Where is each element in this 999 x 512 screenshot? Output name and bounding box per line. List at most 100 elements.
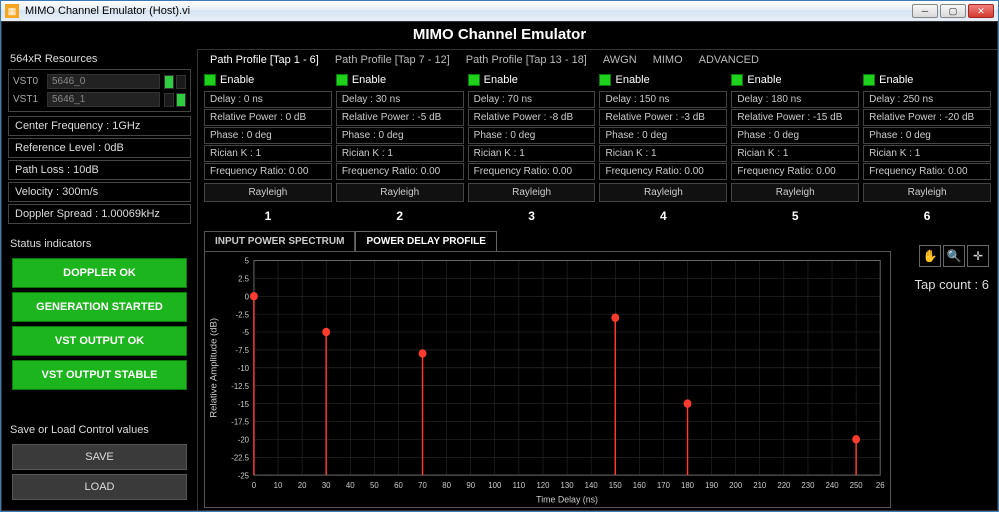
tap-5-number: 5 [731,203,859,223]
tap-3-phase[interactable]: Phase : 0 deg [468,127,596,144]
tap-5-rician[interactable]: Rician K : 1 [731,145,859,162]
status-title: Status indicators [8,234,191,254]
tap-1-enable[interactable]: Enable [204,72,332,90]
svg-text:80: 80 [442,481,451,490]
param-ref-level[interactable]: Reference Level : 0dB [8,138,191,158]
tap-2-freq[interactable]: Frequency Ratio: 0.00 [336,163,464,180]
plot-tab-input-spectrum[interactable]: INPUT POWER SPECTRUM [204,231,355,251]
window-close-button[interactable]: ✕ [968,4,994,18]
enable-indicator-icon [599,74,611,86]
tap-5-power[interactable]: Relative Power : -15 dB [731,109,859,126]
svg-text:-25: -25 [238,471,250,480]
param-doppler-spread[interactable]: Doppler Spread : 1.00069kHz [8,204,191,224]
tab-tap7-12[interactable]: Path Profile [Tap 7 - 12] [335,54,450,66]
tap-4-freq[interactable]: Frequency Ratio: 0.00 [599,163,727,180]
tap-count-readout: Tap count : 6 [915,277,989,292]
svg-text:20: 20 [298,481,307,490]
tap-5-rayleigh-button[interactable]: Rayleigh [731,183,859,202]
tap-1-rayleigh-button[interactable]: Rayleigh [204,183,332,202]
tap-2-rayleigh-button[interactable]: Rayleigh [336,183,464,202]
top-tabstrip: Path Profile [Tap 1 - 6] Path Profile [T… [198,50,997,72]
tab-mimo[interactable]: MIMO [653,54,683,66]
svg-text:130: 130 [561,481,574,490]
tab-tap1-6[interactable]: Path Profile [Tap 1 - 6] [210,54,319,66]
svg-text:-12.5: -12.5 [231,382,249,391]
vst0-led1 [164,75,174,89]
tap-6-freq[interactable]: Frequency Ratio: 0.00 [863,163,991,180]
svg-text:250: 250 [850,481,863,490]
svg-text:240: 240 [826,481,839,490]
tap-2-power[interactable]: Relative Power : -5 dB [336,109,464,126]
crosshair-tool-icon[interactable]: ✛ [967,245,989,267]
svg-text:200: 200 [729,481,742,490]
svg-text:220: 220 [777,481,790,490]
tap-6-phase[interactable]: Phase : 0 deg [863,127,991,144]
tap-3-number: 3 [468,203,596,223]
tap-4-delay[interactable]: Delay : 150 ns [599,91,727,108]
tap-2-delay[interactable]: Delay : 30 ns [336,91,464,108]
param-path-loss[interactable]: Path Loss : 10dB [8,160,191,180]
tap-2-phase[interactable]: Phase : 0 deg [336,127,464,144]
vst0-row: VST0 5646_0 [13,74,186,89]
tap-1-freq[interactable]: Frequency Ratio: 0.00 [204,163,332,180]
tap-4-power[interactable]: Relative Power : -3 dB [599,109,727,126]
window-minimize-button[interactable]: ─ [912,4,938,18]
app-icon: ▦ [5,4,19,18]
tab-tap13-18[interactable]: Path Profile [Tap 13 - 18] [466,54,587,66]
svg-text:Relative Amplitude (dB): Relative Amplitude (dB) [209,318,219,418]
tap-5-enable[interactable]: Enable [731,72,859,90]
svg-text:30: 30 [322,481,331,490]
tap-6-rayleigh-button[interactable]: Rayleigh [863,183,991,202]
chart[interactable]: 0102030405060708090100110120130140150160… [204,251,891,508]
param-center-freq[interactable]: Center Frequency : 1GHz [8,116,191,136]
tap-5: EnableDelay : 180 nsRelative Power : -15… [731,72,859,223]
svg-text:60: 60 [394,481,403,490]
tap-2-number: 2 [336,203,464,223]
tap-3-delay[interactable]: Delay : 70 ns [468,91,596,108]
tap-1-phase[interactable]: Phase : 0 deg [204,127,332,144]
zoom-tool-icon[interactable]: 🔍 [943,245,965,267]
tap-6-power[interactable]: Relative Power : -20 dB [863,109,991,126]
tap-5-phase[interactable]: Phase : 0 deg [731,127,859,144]
tap-2-rician[interactable]: Rician K : 1 [336,145,464,162]
tap-6-enable[interactable]: Enable [863,72,991,90]
window-title: MIMO Channel Emulator (Host).vi [25,5,912,17]
tap-3-power[interactable]: Relative Power : -8 dB [468,109,596,126]
tap-4-enable[interactable]: Enable [599,72,727,90]
tap-5-delay[interactable]: Delay : 180 ns [731,91,859,108]
vst1-row: VST1 5646_1 [13,92,186,107]
svg-text:90: 90 [466,481,475,490]
tap-4-phase[interactable]: Phase : 0 deg [599,127,727,144]
svg-text:40: 40 [346,481,355,490]
svg-text:140: 140 [585,481,598,490]
vst0-value[interactable]: 5646_0 [47,74,160,89]
sidebar: 564xR Resources VST0 5646_0 VST1 5646_1 … [2,49,198,510]
tap-3-enable[interactable]: Enable [468,72,596,90]
tap-1-delay[interactable]: Delay : 0 ns [204,91,332,108]
param-velocity[interactable]: Velocity : 300m/s [8,182,191,202]
svg-text:110: 110 [513,481,526,490]
pan-tool-icon[interactable]: ✋ [919,245,941,267]
svg-text:10: 10 [274,481,283,490]
load-button[interactable]: LOAD [12,474,187,500]
tap-3-rayleigh-button[interactable]: Rayleigh [468,183,596,202]
tap-4-rician[interactable]: Rician K : 1 [599,145,727,162]
tap-6-rician[interactable]: Rician K : 1 [863,145,991,162]
tap-1-rician[interactable]: Rician K : 1 [204,145,332,162]
window-titlebar: ▦ MIMO Channel Emulator (Host).vi ─ ▢ ✕ [1,1,998,21]
svg-text:190: 190 [705,481,718,490]
tap-3-freq[interactable]: Frequency Ratio: 0.00 [468,163,596,180]
vst1-value[interactable]: 5646_1 [47,92,160,107]
tap-2-enable[interactable]: Enable [336,72,464,90]
plot-tab-power-delay[interactable]: POWER DELAY PROFILE [355,231,496,251]
tab-awgn[interactable]: AWGN [603,54,637,66]
status-generation-started: GENERATION STARTED [12,292,187,322]
window-maximize-button[interactable]: ▢ [940,4,966,18]
tap-6-delay[interactable]: Delay : 250 ns [863,91,991,108]
tap-1-power[interactable]: Relative Power : 0 dB [204,109,332,126]
tap-5-freq[interactable]: Frequency Ratio: 0.00 [731,163,859,180]
save-button[interactable]: SAVE [12,444,187,470]
tap-4-rayleigh-button[interactable]: Rayleigh [599,183,727,202]
tab-advanced[interactable]: ADVANCED [699,54,759,66]
tap-3-rician[interactable]: Rician K : 1 [468,145,596,162]
